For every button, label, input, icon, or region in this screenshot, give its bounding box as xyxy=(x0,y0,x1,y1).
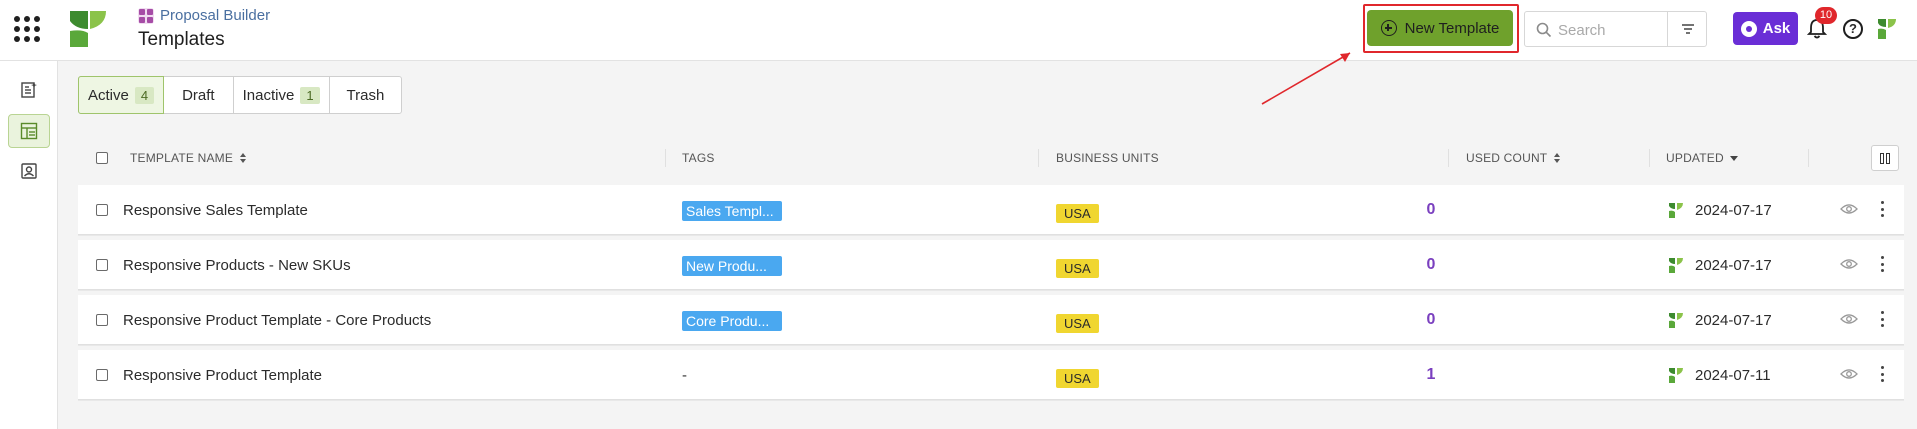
column-divider xyxy=(665,149,666,167)
tab-count: 1 xyxy=(300,86,320,104)
template-name[interactable]: Responsive Products - New SKUs xyxy=(123,257,351,274)
sidebar-item-templates[interactable] xyxy=(8,114,50,148)
column-divider xyxy=(1448,149,1449,167)
plus-circle-icon xyxy=(1380,20,1397,36)
tab-inactive[interactable]: Inactive 1 xyxy=(234,77,330,113)
updated-date: 2024-07-11 xyxy=(1695,367,1771,384)
business-unit-badge: USA xyxy=(1056,314,1099,333)
tag-chip: Sales Templ... xyxy=(682,201,782,221)
table-row[interactable]: Responsive Sales Template Sales Templ...… xyxy=(78,185,1904,235)
used-count: 0 xyxy=(1426,201,1436,218)
table-row[interactable]: Responsive Product Template - Core Produ… xyxy=(78,295,1904,345)
column-header-tags: TAGS xyxy=(682,151,715,165)
updated-date: 2024-07-17 xyxy=(1695,202,1772,219)
updated-by-logo xyxy=(1669,203,1683,218)
tab-label: Inactive xyxy=(242,86,295,104)
ask-icon xyxy=(1740,20,1757,37)
table-header: TEMPLATE NAME TAGS BUSINESS UNITS USED C… xyxy=(78,141,1904,175)
eye-icon[interactable] xyxy=(1840,368,1858,380)
business-unit-badge: USA xyxy=(1056,259,1099,278)
filter-icon xyxy=(1681,24,1694,34)
columns-toggle-button[interactable] xyxy=(1871,145,1899,171)
search-input[interactable] xyxy=(1558,19,1658,41)
updated-by-logo xyxy=(1669,368,1683,383)
tab-label: Draft xyxy=(182,86,215,104)
contact-card-icon xyxy=(21,163,37,179)
proposal-builder-icon xyxy=(138,7,154,24)
used-count: 0 xyxy=(1426,311,1436,328)
tag-chip: Core Produ... xyxy=(682,311,782,331)
columns-icon xyxy=(1880,152,1884,164)
used-count: 1 xyxy=(1426,366,1436,383)
sidebar xyxy=(0,61,58,429)
column-header-used-count[interactable]: USED COUNT xyxy=(1466,151,1561,165)
tag-chip: New Produ... xyxy=(682,256,782,276)
tab-draft[interactable]: Draft xyxy=(164,77,234,113)
eye-icon[interactable] xyxy=(1840,258,1858,270)
row-checkbox[interactable] xyxy=(96,259,108,271)
tag-empty: - xyxy=(682,367,687,384)
eye-icon[interactable] xyxy=(1840,313,1858,325)
ask-label: Ask xyxy=(1762,20,1791,37)
company-logo[interactable] xyxy=(68,9,108,49)
tab-trash[interactable]: Trash xyxy=(330,77,402,113)
sort-icon xyxy=(1553,153,1561,163)
document-star-icon xyxy=(21,82,37,98)
column-header-updated[interactable]: UPDATED xyxy=(1666,151,1738,165)
kebab-menu-icon[interactable] xyxy=(1879,309,1885,329)
help-icon[interactable]: ? xyxy=(1843,19,1863,39)
select-all-checkbox[interactable] xyxy=(96,152,108,164)
tab-count: 4 xyxy=(134,86,155,104)
user-logo[interactable] xyxy=(1877,18,1897,40)
template-name[interactable]: Responsive Product Template - Core Produ… xyxy=(123,312,431,329)
new-template-button[interactable]: New Template xyxy=(1367,10,1513,46)
updated-by-logo xyxy=(1669,313,1683,328)
table-row[interactable]: Responsive Products - New SKUs New Produ… xyxy=(78,240,1904,290)
filter-button[interactable] xyxy=(1667,12,1707,46)
template-name[interactable]: Responsive Sales Template xyxy=(123,202,308,219)
row-checkbox[interactable] xyxy=(96,369,108,381)
new-template-label: New Template xyxy=(1404,19,1500,37)
kebab-menu-icon[interactable] xyxy=(1879,199,1885,219)
column-divider xyxy=(1649,149,1650,167)
sidebar-item-proposals[interactable] xyxy=(8,73,50,107)
search-icon xyxy=(1536,22,1552,38)
status-tabs: Active 4 Draft Inactive 1 Trash xyxy=(78,76,403,114)
business-unit-badge: USA xyxy=(1056,204,1099,223)
updated-date: 2024-07-17 xyxy=(1695,312,1772,329)
tab-active[interactable]: Active 4 xyxy=(78,76,165,114)
eye-icon[interactable] xyxy=(1840,203,1858,215)
templates-icon xyxy=(20,122,38,140)
tab-label: Trash xyxy=(346,86,385,104)
business-unit-badge: USA xyxy=(1056,369,1099,388)
page-title: Templates xyxy=(138,29,225,50)
search-box xyxy=(1524,11,1707,47)
ask-button[interactable]: Ask xyxy=(1733,12,1798,45)
sort-desc-icon xyxy=(1729,155,1738,161)
sort-icon xyxy=(239,153,247,163)
apps-grid-icon[interactable] xyxy=(14,16,40,42)
top-header: Proposal Builder Templates New Template … xyxy=(0,0,1917,61)
column-divider xyxy=(1808,149,1809,167)
kebab-menu-icon[interactable] xyxy=(1879,364,1885,384)
row-checkbox[interactable] xyxy=(96,204,108,216)
app-name[interactable]: Proposal Builder xyxy=(160,7,270,24)
tab-label: Active xyxy=(88,86,129,104)
sidebar-item-contacts[interactable] xyxy=(8,154,50,188)
updated-date: 2024-07-17 xyxy=(1695,257,1772,274)
table-row[interactable]: Responsive Product Template - USA 1 2024… xyxy=(78,350,1904,400)
updated-by-logo xyxy=(1669,258,1683,273)
used-count: 0 xyxy=(1426,256,1436,273)
column-header-business-units: BUSINESS UNITS xyxy=(1056,151,1159,165)
column-header-name[interactable]: TEMPLATE NAME xyxy=(130,151,247,165)
app-breadcrumb[interactable]: Proposal Builder xyxy=(138,7,270,24)
column-divider xyxy=(1038,149,1039,167)
row-checkbox[interactable] xyxy=(96,314,108,326)
template-name[interactable]: Responsive Product Template xyxy=(123,367,322,384)
notification-badge: 10 xyxy=(1815,7,1837,24)
kebab-menu-icon[interactable] xyxy=(1879,254,1885,274)
